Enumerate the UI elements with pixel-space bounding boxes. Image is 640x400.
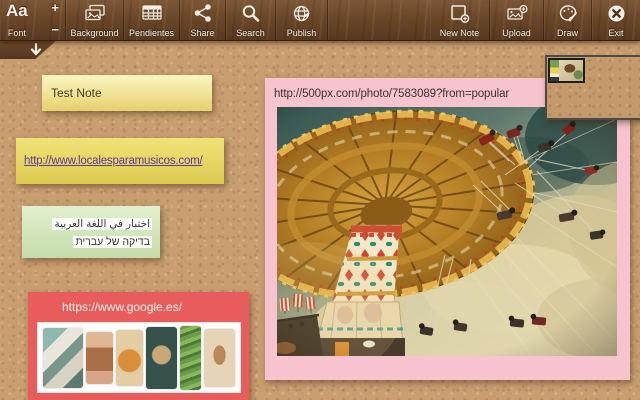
arrow-down-icon (30, 43, 42, 56)
font-icon[interactable]: Aa (6, 2, 28, 20)
pendientes-label: Pendientes (128, 28, 175, 38)
new-note-icon (450, 3, 470, 23)
exit-button[interactable]: Exit (592, 0, 640, 40)
draw-label: Draw (556, 28, 578, 38)
sticky-note-link[interactable]: http://www.localesparamusicos.com/ (16, 138, 224, 184)
font-label: Font (7, 28, 26, 38)
new-note-button[interactable]: New Note (430, 0, 490, 40)
transparent-note[interactable] (545, 55, 640, 120)
arabic-text: اختبار في اللغة العربية (52, 218, 152, 230)
hebrew-text: בדיקה של עברית (73, 236, 152, 248)
share-icon (194, 3, 212, 23)
font-decrease-button[interactable]: − (51, 23, 59, 36)
globe-icon (292, 3, 311, 23)
upload-label: Upload (502, 28, 531, 38)
background-image-icon (84, 3, 106, 23)
thumbnail-stripes (550, 60, 559, 81)
note-url: https://www.google.es/ (62, 300, 183, 314)
upload-button[interactable]: Upload (490, 0, 544, 40)
pendientes-button[interactable]: Pendientes (124, 0, 180, 40)
doodle-panel (116, 329, 143, 386)
background-label: Background (70, 28, 119, 38)
note-text: Test Note (51, 86, 102, 100)
doodle-panel (204, 328, 235, 387)
thumbnail-picture (559, 60, 583, 81)
doodle-panel (43, 327, 83, 388)
sticky-note-google[interactable]: https://www.google.es/ (28, 292, 249, 400)
font-increase-button[interactable]: + (51, 1, 59, 14)
publish-label: Publish (286, 28, 317, 38)
note-hyperlink[interactable]: http://www.localesparamusicos.com/ (24, 155, 203, 167)
new-note-label: New Note (439, 28, 480, 38)
exit-label: Exit (608, 28, 624, 38)
sticky-note-multilingual[interactable]: اختبار في اللغة العربية בדיקה של עברית (22, 206, 160, 258)
note-url: http://500px.com/photo/7583089?from=popu… (274, 88, 510, 100)
doodle-panel (86, 331, 113, 384)
corkboard-app: Aa Font + − Background Pendientes Share … (0, 0, 640, 400)
publish-button[interactable]: Publish (276, 0, 328, 40)
hide-toolbar-tab[interactable] (0, 40, 57, 59)
search-label: Search (236, 28, 265, 38)
sticky-note-test[interactable]: Test Note (42, 75, 212, 111)
doodle-panel (180, 325, 201, 390)
exit-icon (607, 3, 626, 23)
share-button[interactable]: Share (180, 0, 226, 40)
sticky-note-photo[interactable]: http://500px.com/photo/7583089?from=popu… (265, 78, 630, 380)
background-button[interactable]: Background (66, 0, 124, 40)
upload-image-icon (506, 3, 528, 23)
share-label: Share (190, 28, 215, 38)
draw-button[interactable]: Draw (544, 0, 592, 40)
doodle-panel (146, 326, 177, 389)
palette-icon (558, 3, 578, 23)
grid-list-icon (141, 3, 163, 23)
search-button[interactable]: Search (226, 0, 276, 40)
font-button[interactable]: Aa Font + − (0, 0, 66, 40)
google-doodle-thumbnail[interactable] (37, 322, 241, 393)
carousel-photo[interactable] (277, 107, 617, 356)
toolbar: Aa Font + − Background Pendientes Share … (0, 0, 640, 41)
search-icon (241, 3, 260, 23)
photo-thumbnail[interactable] (548, 58, 585, 83)
